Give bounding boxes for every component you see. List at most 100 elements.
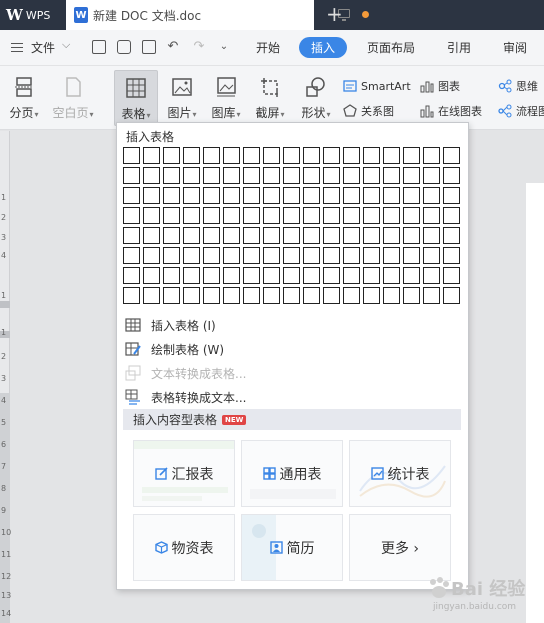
table-grid-cell[interactable]: [203, 247, 220, 264]
undo-icon[interactable]: ↶: [166, 40, 180, 54]
table-grid-cell[interactable]: [123, 267, 140, 284]
chart-button[interactable]: 图表: [420, 76, 460, 96]
table-grid-cell[interactable]: [163, 147, 180, 164]
table-grid-cell[interactable]: [323, 287, 340, 304]
table-grid-cell[interactable]: [223, 227, 240, 244]
table-grid-cell[interactable]: [183, 147, 200, 164]
file-menu[interactable]: 文件: [31, 39, 55, 56]
table-grid-cell[interactable]: [123, 287, 140, 304]
flowchart-button[interactable]: 流程图: [498, 101, 544, 121]
tab-review[interactable]: 审阅: [503, 39, 527, 56]
table-grid-cell[interactable]: [403, 207, 420, 224]
table-grid-cell[interactable]: [423, 247, 440, 264]
table-grid-cell[interactable]: [343, 167, 360, 184]
online-chart-button[interactable]: 在线图表: [420, 101, 482, 121]
table-grid-cell[interactable]: [243, 187, 260, 204]
table-grid-cell[interactable]: [403, 247, 420, 264]
document-page[interactable]: [526, 183, 544, 623]
table-grid-cell[interactable]: [163, 227, 180, 244]
table-grid-cell[interactable]: [323, 167, 340, 184]
table-grid-cell[interactable]: [223, 247, 240, 264]
table-grid-cell[interactable]: [163, 187, 180, 204]
tab-references[interactable]: 引用: [447, 39, 471, 56]
table-grid-cell[interactable]: [223, 267, 240, 284]
table-grid-cell[interactable]: [223, 207, 240, 224]
print-icon[interactable]: [117, 40, 131, 54]
table-grid-cell[interactable]: [383, 287, 400, 304]
table-grid-cell[interactable]: [163, 207, 180, 224]
table-grid-cell[interactable]: [283, 227, 300, 244]
table-grid-cell[interactable]: [403, 167, 420, 184]
table-grid-cell[interactable]: [423, 187, 440, 204]
table-grid-cell[interactable]: [183, 227, 200, 244]
table-grid-cell[interactable]: [183, 267, 200, 284]
mindmap-button[interactable]: 思维: [498, 76, 538, 96]
table-grid-cell[interactable]: [403, 227, 420, 244]
table-grid-cell[interactable]: [123, 167, 140, 184]
table-grid-cell[interactable]: [363, 187, 380, 204]
table-grid-cell[interactable]: [183, 187, 200, 204]
table-to-text-menu-item[interactable]: 表格转换成文本...: [125, 386, 246, 408]
hamburger-icon[interactable]: [11, 43, 23, 52]
table-grid-cell[interactable]: [203, 287, 220, 304]
table-grid-cell[interactable]: [223, 147, 240, 164]
blank-page-button[interactable]: 空白页▾: [50, 70, 96, 126]
table-grid-cell[interactable]: [323, 247, 340, 264]
table-grid-cell[interactable]: [423, 267, 440, 284]
insert-table-menu-item[interactable]: 插入表格 (I): [125, 314, 216, 336]
table-grid-cell[interactable]: [123, 207, 140, 224]
table-grid-cell[interactable]: [363, 267, 380, 284]
table-grid-cell[interactable]: [223, 187, 240, 204]
table-grid-cell[interactable]: [203, 187, 220, 204]
table-grid-cell[interactable]: [423, 227, 440, 244]
table-grid-cell[interactable]: [263, 247, 280, 264]
table-grid-cell[interactable]: [323, 207, 340, 224]
report-table-card[interactable]: 汇报表: [133, 440, 235, 507]
table-grid-cell[interactable]: [263, 207, 280, 224]
text-to-table-menu-item[interactable]: 文本转换成表格...: [125, 362, 246, 384]
more-templates-card[interactable]: 更多 ›: [349, 514, 451, 581]
table-grid-cell[interactable]: [183, 167, 200, 184]
gallery-button[interactable]: 图库▾: [206, 70, 246, 126]
table-grid-cell[interactable]: [443, 247, 460, 264]
table-grid-cell[interactable]: [443, 187, 460, 204]
table-grid-cell[interactable]: [403, 147, 420, 164]
table-grid-cell[interactable]: [163, 167, 180, 184]
table-grid-cell[interactable]: [223, 167, 240, 184]
table-grid-cell[interactable]: [323, 227, 340, 244]
table-grid-cell[interactable]: [283, 187, 300, 204]
table-grid-cell[interactable]: [243, 287, 260, 304]
wps-home-tab[interactable]: W WPS: [0, 0, 64, 30]
table-grid-cell[interactable]: [143, 147, 160, 164]
table-grid-cell[interactable]: [363, 147, 380, 164]
table-grid-cell[interactable]: [323, 267, 340, 284]
table-grid-cell[interactable]: [143, 287, 160, 304]
table-button[interactable]: 表格▾: [114, 70, 158, 126]
shapes-button[interactable]: 形状▾: [296, 70, 336, 126]
table-grid-cell[interactable]: [383, 207, 400, 224]
table-grid-cell[interactable]: [283, 207, 300, 224]
table-grid-cell[interactable]: [303, 267, 320, 284]
tab-page-layout[interactable]: 页面布局: [367, 39, 415, 56]
table-grid-cell[interactable]: [283, 147, 300, 164]
table-grid-cell[interactable]: [363, 287, 380, 304]
table-grid-cell[interactable]: [363, 227, 380, 244]
table-grid-cell[interactable]: [423, 167, 440, 184]
table-grid-cell[interactable]: [283, 167, 300, 184]
table-grid-cell[interactable]: [263, 287, 280, 304]
table-grid-cell[interactable]: [303, 187, 320, 204]
table-grid-cell[interactable]: [423, 207, 440, 224]
table-grid-cell[interactable]: [123, 247, 140, 264]
document-tab[interactable]: W 新建 DOC 文档.doc: [66, 0, 369, 30]
table-grid-cell[interactable]: [383, 187, 400, 204]
table-grid-cell[interactable]: [303, 247, 320, 264]
table-grid-cell[interactable]: [403, 187, 420, 204]
table-grid-cell[interactable]: [183, 247, 200, 264]
table-grid-cell[interactable]: [383, 267, 400, 284]
table-grid-cell[interactable]: [143, 187, 160, 204]
table-grid-cell[interactable]: [343, 187, 360, 204]
table-grid-cell[interactable]: [423, 147, 440, 164]
screenshot-button[interactable]: 截屏▾: [250, 70, 290, 126]
table-grid-cell[interactable]: [303, 227, 320, 244]
table-grid-cell[interactable]: [143, 247, 160, 264]
